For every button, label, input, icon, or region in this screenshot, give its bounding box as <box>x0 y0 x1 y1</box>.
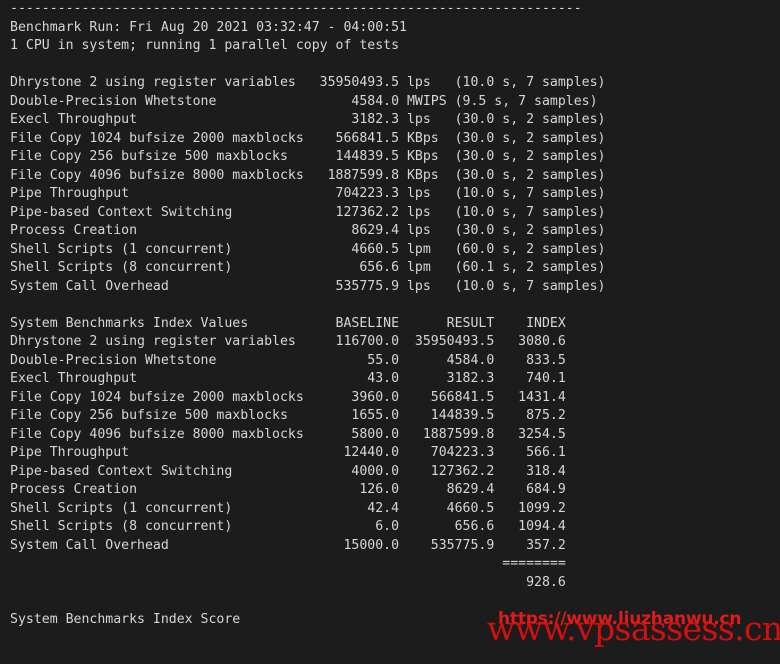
terminal-window: ----------------------------------------… <box>0 0 780 664</box>
index-table-row: Shell Scripts (8 concurrent) 6.0 656.6 1… <box>10 519 566 534</box>
result-row: File Copy 256 bufsize 500 maxblocks 1448… <box>10 149 606 164</box>
index-score-label: System Benchmarks Index Score <box>10 611 241 627</box>
result-row: Execl Throughput 3182.3 lps (30.0 s, 2 s… <box>10 112 606 127</box>
rule-line: ----------------------------------------… <box>10 1 582 16</box>
index-table-row: Execl Throughput 43.0 3182.3 740.1 <box>10 371 566 386</box>
result-row: Double-Precision Whetstone 4584.0 MWIPS … <box>10 93 598 109</box>
benchmark-run-line: Benchmark Run: Fri Aug 20 2021 03:32:47 … <box>10 19 407 35</box>
index-table-row: Process Creation 126.0 8629.4 684.9 <box>10 482 566 497</box>
result-row: Shell Scripts (1 concurrent) 4660.5 lpm … <box>10 241 606 257</box>
result-row: Process Creation 8629.4 lps (30.0 s, 2 s… <box>10 223 606 238</box>
index-table-row: Dhrystone 2 using register variables 116… <box>10 334 566 349</box>
result-row: File Copy 4096 bufsize 8000 maxblocks 18… <box>10 167 606 183</box>
result-row: Shell Scripts (8 concurrent) 656.6 lpm (… <box>10 260 606 275</box>
index-table-row: File Copy 4096 bufsize 8000 maxblocks 58… <box>10 426 566 442</box>
index-separator-line: ======== <box>10 556 566 571</box>
index-table-row: Pipe Throughput 12440.0 704223.3 566.1 <box>10 445 566 460</box>
console-output: ----------------------------------------… <box>10 0 605 664</box>
cpu-info-line: 1 CPU in system; running 1 parallel copy… <box>10 38 400 53</box>
index-table-row: System Call Overhead 15000.0 535775.9 35… <box>10 537 566 553</box>
result-row: Pipe-based Context Switching 127362.2 lp… <box>10 204 606 220</box>
index-score-value: 928.6 <box>10 574 566 590</box>
result-row: Dhrystone 2 using register variables 359… <box>10 75 606 90</box>
index-table-row: Pipe-based Context Switching 4000.0 1273… <box>10 463 566 479</box>
index-table-row: File Copy 1024 bufsize 2000 maxblocks 39… <box>10 389 566 405</box>
result-row: System Call Overhead 535775.9 lps (10.0 … <box>10 278 606 294</box>
result-row: File Copy 1024 bufsize 2000 maxblocks 56… <box>10 130 606 146</box>
index-table-row: Shell Scripts (1 concurrent) 42.4 4660.5… <box>10 500 566 516</box>
index-table-header: System Benchmarks Index Values BASELINE … <box>10 315 566 331</box>
index-table-row: Double-Precision Whetstone 55.0 4584.0 8… <box>10 352 566 368</box>
result-row: Pipe Throughput 704223.3 lps (10.0 s, 7 … <box>10 186 606 201</box>
index-table-row: File Copy 256 bufsize 500 maxblocks 1655… <box>10 408 566 423</box>
